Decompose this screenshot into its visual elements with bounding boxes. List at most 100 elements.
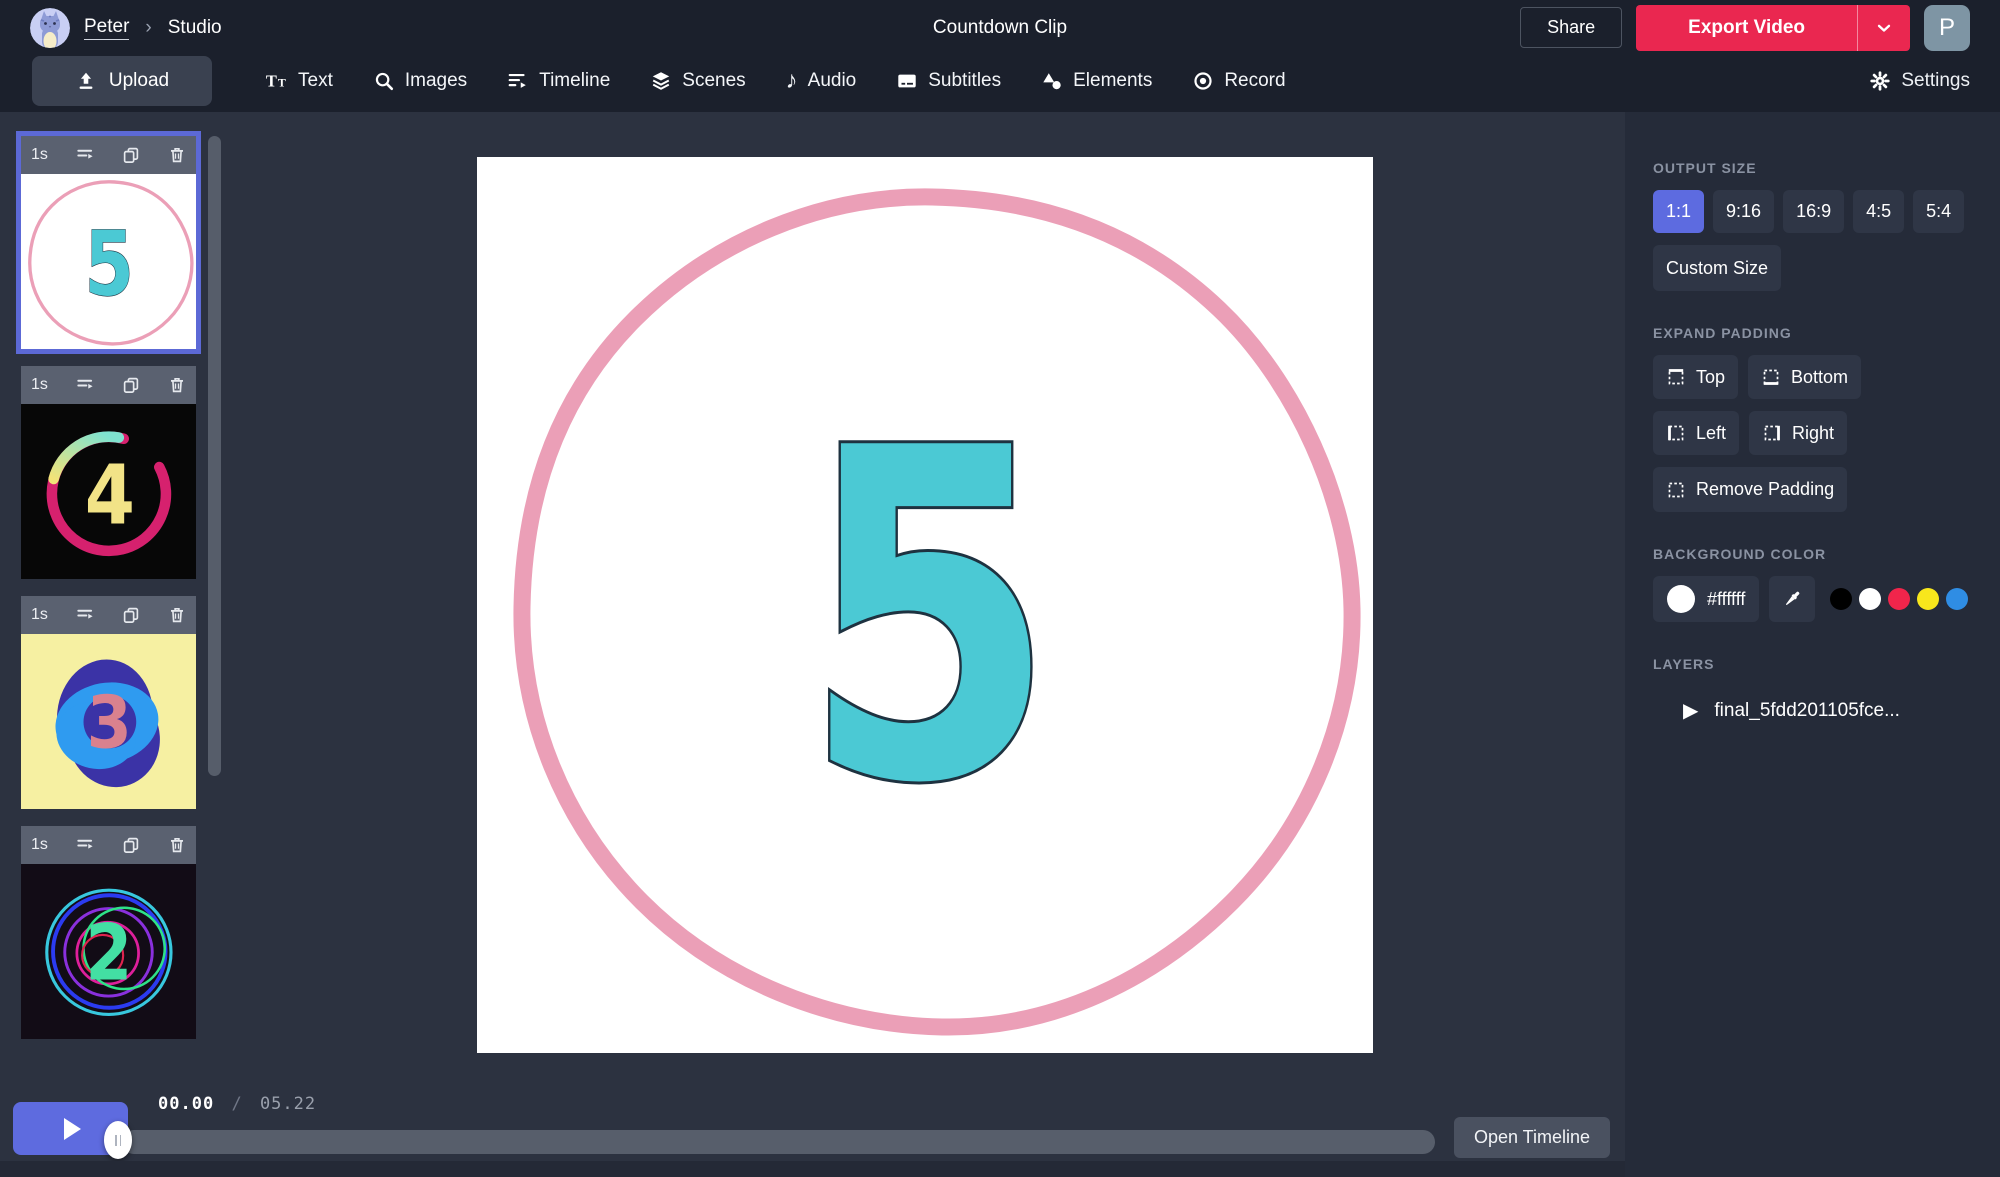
trash-icon[interactable] [168, 376, 186, 394]
timeline-icon [507, 70, 529, 92]
export-video-label: Export Video [1636, 17, 1857, 39]
scene-thumb-header: 1s [21, 366, 196, 404]
seek-track[interactable] [122, 1130, 1435, 1154]
remove-padding-button[interactable]: Remove Padding [1653, 467, 1847, 512]
open-timeline-button[interactable]: Open Timeline [1454, 1117, 1610, 1158]
tab-label: Record [1224, 70, 1285, 92]
tab-images[interactable]: Images [373, 70, 467, 92]
upload-button[interactable]: Upload [32, 56, 212, 106]
scene-duration: 1s [31, 146, 48, 164]
tab-subtitles[interactable]: Subtitles [896, 70, 1001, 92]
toolbar-tabs: T T Text Images [264, 70, 1286, 92]
ratio-buttons: 1:1 9:16 16:9 4:5 5:4 [1653, 190, 1972, 233]
layer-name: final_5fdd201105fce... [1714, 700, 1900, 722]
tab-scenes[interactable]: Scenes [650, 70, 745, 92]
duplicate-icon[interactable] [122, 836, 140, 854]
share-button[interactable]: Share [1520, 7, 1622, 48]
eyedropper-button[interactable] [1769, 576, 1815, 622]
svg-text:T: T [266, 71, 277, 90]
scene-thumbnail-5[interactable]: 1s [21, 136, 196, 349]
background-color-button[interactable]: #ffffff [1653, 576, 1759, 622]
tab-label: Scenes [682, 70, 745, 92]
settings-button[interactable]: Settings [1869, 70, 1970, 92]
pad-left-button[interactable]: Left [1653, 411, 1739, 455]
export-video-button[interactable]: Export Video [1636, 5, 1910, 51]
trash-icon[interactable] [168, 146, 186, 164]
timeline-icon[interactable] [76, 836, 95, 855]
expand-padding-label: EXPAND PADDING [1653, 325, 1972, 341]
ratio-9-16-button[interactable]: 9:16 [1713, 190, 1774, 233]
seek-handle[interactable] [104, 1121, 132, 1159]
pad-right-icon [1762, 423, 1782, 443]
scene-artwork-5 [21, 174, 196, 349]
tab-elements[interactable]: Elements [1041, 70, 1152, 92]
ratio-4-5-button[interactable]: 4:5 [1853, 190, 1904, 233]
swatch-yellow[interactable] [1917, 588, 1939, 610]
swatch-white[interactable] [1859, 588, 1881, 610]
background-color-label: BACKGROUND COLOR [1653, 546, 1972, 562]
scenes-scrollbar[interactable] [208, 136, 221, 776]
duplicate-icon[interactable] [122, 376, 140, 394]
playbar: 00.00 / 05.22 Open Timeline [0, 1080, 1625, 1177]
workspace-avatar[interactable] [30, 8, 70, 48]
scene-artwork-2 [21, 864, 196, 1039]
ratio-5-4-button[interactable]: 5:4 [1913, 190, 1964, 233]
workspace: 1s [0, 112, 1625, 1177]
duplicate-icon[interactable] [122, 606, 140, 624]
swatch-blue[interactable] [1946, 588, 1968, 610]
pad-right-button[interactable]: Right [1749, 411, 1847, 455]
padding-row-1: Top Bottom [1653, 355, 1972, 399]
swatch-black[interactable] [1830, 588, 1852, 610]
timeline-icon[interactable] [76, 376, 95, 395]
top-bar: Peter › Studio Countdown Clip Share Expo… [0, 0, 2000, 55]
output-size-label: OUTPUT SIZE [1653, 160, 1972, 176]
pad-left-icon [1666, 423, 1686, 443]
scene-thumb-header: 1s [21, 136, 196, 174]
timeline-icon[interactable] [76, 146, 95, 165]
breadcrumb: Peter › Studio [30, 8, 222, 48]
ratio-1-1-button[interactable]: 1:1 [1653, 190, 1704, 233]
scene-artwork-3 [21, 634, 196, 809]
tab-audio[interactable]: ♪ Audio [786, 70, 857, 92]
video-canvas[interactable] [477, 157, 1373, 1053]
timeline-icon[interactable] [76, 606, 95, 625]
tab-timeline[interactable]: Timeline [507, 70, 610, 92]
breadcrumb-user-link[interactable]: Peter [84, 16, 129, 40]
pad-right-label: Right [1792, 423, 1834, 444]
scene-thumbnail-3[interactable]: 1s [21, 596, 196, 809]
ratio-16-9-button[interactable]: 16:9 [1783, 190, 1844, 233]
layer-item[interactable]: ▶ final_5fdd201105fce... [1683, 698, 1972, 723]
time-separator: / [231, 1094, 242, 1114]
layer-play-icon: ▶ [1683, 698, 1698, 723]
gear-icon [1869, 70, 1891, 92]
custom-size-button[interactable]: Custom Size [1653, 245, 1781, 291]
remove-padding-icon [1666, 480, 1686, 500]
pad-top-button[interactable]: Top [1653, 355, 1738, 399]
record-icon [1192, 70, 1214, 92]
play-icon [64, 1118, 81, 1140]
scene-duration: 1s [31, 606, 48, 624]
scene-duration: 1s [31, 376, 48, 394]
current-time: 00.00 [158, 1094, 214, 1114]
chevron-down-icon [1874, 18, 1894, 38]
trash-icon[interactable] [168, 836, 186, 854]
export-dropdown-toggle[interactable] [1858, 18, 1910, 38]
pad-left-label: Left [1696, 423, 1726, 444]
tab-label: Text [298, 70, 333, 92]
duplicate-icon[interactable] [122, 146, 140, 164]
background-color-row: #ffffff [1653, 576, 1972, 622]
trash-icon[interactable] [168, 606, 186, 624]
tab-text[interactable]: T T Text [264, 70, 333, 92]
tab-label: Timeline [539, 70, 610, 92]
breadcrumb-separator: › [145, 17, 151, 39]
pad-top-label: Top [1696, 367, 1725, 388]
account-avatar[interactable]: P [1924, 5, 1970, 51]
scene-thumbnail-4[interactable]: 1s [21, 366, 196, 579]
subtitles-icon [896, 70, 918, 92]
pad-bottom-label: Bottom [1791, 367, 1848, 388]
current-color-chip [1667, 585, 1695, 613]
scene-thumbnail-2[interactable]: 1s [21, 826, 196, 1039]
tab-record[interactable]: Record [1192, 70, 1285, 92]
swatch-red[interactable] [1888, 588, 1910, 610]
pad-bottom-button[interactable]: Bottom [1748, 355, 1861, 399]
